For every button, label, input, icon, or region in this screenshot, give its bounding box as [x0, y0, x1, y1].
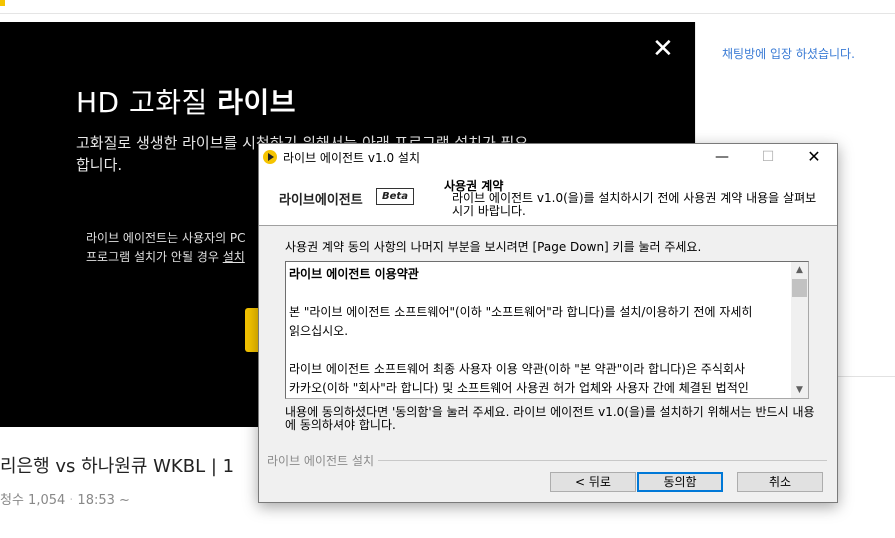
- license-para2-line2: 카카오(이하 "회사"라 합니다) 및 소프트웨어 사용권 허가 업체와 사용자…: [289, 381, 749, 395]
- license-para1-line2: 읽으십시오.: [289, 324, 349, 338]
- license-scrollbar[interactable]: ▲ ▼: [791, 262, 808, 398]
- close-icon[interactable]: ✕: [652, 36, 674, 62]
- install-link[interactable]: 설치: [223, 250, 245, 264]
- dialog-titlebar[interactable]: 라이브 에이전트 v1.0 설치 — ☐ ✕: [259, 144, 837, 170]
- agent-note-line2: 프로그램 설치가 안될 경우 설치: [86, 248, 286, 267]
- agent-note-line2-prefix: 프로그램 설치가 안될 경우: [86, 250, 223, 264]
- license-para2-line1: 라이브 에이전트 소프트웨어 최종 사용자 이용 약관(이하 "본 약관"이라 …: [289, 362, 745, 376]
- top-accent-dot: [0, 0, 5, 6]
- video-title: HD 고화질 라이브: [76, 81, 296, 121]
- view-count: 청수 1,054: [0, 493, 66, 508]
- agree-button[interactable]: 동의함: [637, 472, 723, 492]
- brand-name: 라이브에이전트: [279, 193, 363, 208]
- dialog-title: 라이브 에이전트 v1.0 설치: [283, 151, 420, 165]
- license-instruction: 사용권 계약 동의 사항의 나머지 부분을 보시려면 [Page Down] 키…: [285, 240, 702, 254]
- footer-label: 라이브 에이전트 설치: [267, 452, 378, 469]
- license-para1-line1: 본 "라이브 에이전트 소프트웨어"(이하 "소프트웨어"라 합니다)를 설치/…: [289, 305, 753, 319]
- header-subtitle: 라이브 에이전트 v1.0(을)를 설치하시기 전에 사용권 계약 내용을 살펴…: [452, 191, 817, 218]
- agree-note: 내용에 동의하셨다면 '동의함'을 눌러 주세요. 라이브 에이전트 v1.0(…: [285, 405, 815, 432]
- scroll-up-icon[interactable]: ▲: [791, 262, 808, 278]
- app-logo-icon: [263, 150, 277, 164]
- minimize-button[interactable]: —: [699, 144, 745, 170]
- beta-badge: Beta: [376, 188, 414, 205]
- meta-separator: ·: [69, 493, 74, 508]
- close-button[interactable]: ✕: [791, 144, 837, 170]
- cancel-button[interactable]: 취소: [737, 472, 823, 492]
- license-textbox[interactable]: 라이브 에이전트 이용약관 본 "라이브 에이전트 소프트웨어"(이하 "소프트…: [285, 261, 809, 399]
- scroll-thumb[interactable]: [792, 279, 807, 297]
- scroll-down-icon[interactable]: ▼: [791, 382, 808, 398]
- agent-note: 라이브 에이전트는 사용자의 PC 프로그램 설치가 안될 경우 설치: [86, 229, 286, 267]
- chat-entry-message: 채팅방에 입장 하셨습니다.: [722, 47, 855, 61]
- license-heading: 라이브 에이전트 이용약관: [289, 267, 419, 281]
- video-meta: 청수 1,054 · 18:53 ~: [0, 489, 130, 508]
- license-blank-line: [289, 341, 789, 360]
- agent-note-line1: 라이브 에이전트는 사용자의 PC: [86, 231, 246, 245]
- video-title-bold: 라이브: [217, 86, 296, 119]
- license-text: 라이브 에이전트 이용약관 본 "라이브 에이전트 소프트웨어"(이하 "소프트…: [289, 265, 789, 398]
- dialog-header: 라이브에이전트 Beta 사용권 계약 라이브 에이전트 v1.0(을)를 설치…: [259, 170, 837, 226]
- game-title[interactable]: 리은행 vs 하나원큐 WKBL | 1: [0, 452, 234, 478]
- installer-dialog: 라이브 에이전트 v1.0 설치 — ☐ ✕ 라이브에이전트 Beta 사용권 …: [258, 143, 838, 503]
- license-blank-line: [289, 284, 789, 303]
- video-title-prefix: HD 고화질: [76, 86, 218, 119]
- top-strip: [0, 0, 895, 14]
- back-button[interactable]: < 뒤로: [550, 472, 636, 492]
- maximize-button[interactable]: ☐: [745, 144, 791, 170]
- start-time: 18:53 ~: [77, 493, 130, 508]
